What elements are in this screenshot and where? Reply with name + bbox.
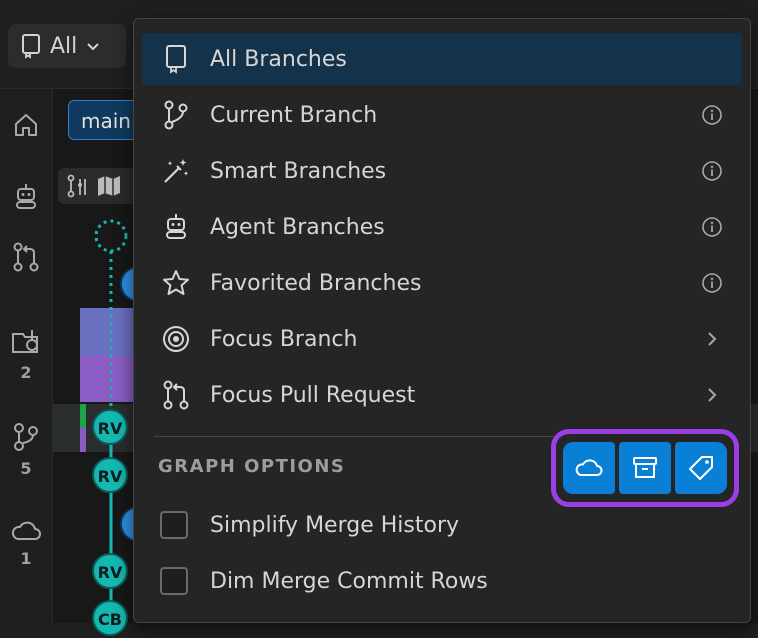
repo-icon bbox=[160, 43, 192, 75]
map-icon[interactable] bbox=[96, 174, 122, 198]
toggle-cloud-branches-button[interactable] bbox=[563, 442, 615, 494]
toggle-stashes-button[interactable] bbox=[619, 442, 671, 494]
graph-view-toolbar bbox=[58, 168, 138, 204]
checkbox[interactable] bbox=[160, 511, 188, 539]
chevron-right-icon bbox=[700, 383, 724, 407]
toggle-tags-button[interactable] bbox=[675, 442, 727, 494]
chevron-right-icon bbox=[700, 327, 724, 351]
menu-item-current-branch[interactable]: Current Branch bbox=[142, 89, 742, 141]
commit-avatar[interactable]: RV bbox=[92, 457, 128, 493]
checkbox-label: Simplify Merge History bbox=[210, 512, 460, 538]
repo-icon bbox=[20, 33, 42, 59]
menu-item-favorited-branches[interactable]: Favorited Branches bbox=[142, 257, 742, 309]
menu-item-label: All Branches bbox=[210, 46, 347, 72]
menu-item-label: Focus Pull Request bbox=[210, 382, 416, 408]
tag-icon bbox=[687, 454, 715, 482]
menu-item-agent-branches[interactable]: Agent Branches bbox=[142, 201, 742, 253]
activity-bar: 2 5 1 bbox=[0, 89, 53, 623]
info-icon[interactable] bbox=[700, 215, 724, 239]
activity-agent[interactable] bbox=[0, 181, 52, 211]
commit-avatar[interactable]: RV bbox=[92, 409, 128, 445]
magic-wand-icon bbox=[160, 155, 192, 187]
option-simplify-merge-history[interactable]: Simplify Merge History bbox=[160, 505, 459, 545]
archive-icon bbox=[631, 455, 659, 481]
checkbox[interactable] bbox=[160, 567, 188, 595]
menu-item-all-branches[interactable]: All Branches bbox=[142, 33, 742, 85]
activity-pull-requests[interactable] bbox=[0, 241, 52, 273]
menu-item-focus-pull-request[interactable]: Focus Pull Request bbox=[142, 369, 742, 421]
menu-item-label: Focus Branch bbox=[210, 326, 358, 352]
activity-home[interactable] bbox=[0, 111, 52, 139]
branches-icon bbox=[11, 421, 41, 453]
graph-settings-icon[interactable] bbox=[64, 173, 90, 199]
info-icon[interactable] bbox=[700, 103, 724, 127]
star-icon bbox=[160, 267, 192, 299]
menu-item-label: Current Branch bbox=[210, 102, 378, 128]
menu-item-label: Smart Branches bbox=[210, 158, 387, 184]
info-icon[interactable] bbox=[700, 271, 724, 295]
chevron-down-icon bbox=[85, 38, 101, 54]
commit-avatar[interactable]: CB bbox=[92, 600, 128, 636]
pull-request-icon bbox=[11, 241, 41, 273]
menu-item-label: Favorited Branches bbox=[210, 270, 422, 296]
cloud-icon bbox=[574, 457, 604, 479]
activity-branches[interactable]: 5 bbox=[0, 421, 52, 478]
cloud-count: 1 bbox=[20, 549, 32, 568]
menu-item-label: Agent Branches bbox=[210, 214, 385, 240]
option-dim-merge-commit-rows[interactable]: Dim Merge Commit Rows bbox=[160, 561, 488, 601]
activity-cloud[interactable]: 1 bbox=[0, 519, 52, 568]
target-icon bbox=[160, 323, 192, 355]
checkbox-label: Dim Merge Commit Rows bbox=[210, 568, 488, 594]
graph-row-marker bbox=[80, 428, 86, 452]
work-items-icon bbox=[10, 327, 42, 357]
commit-avatar[interactable]: RV bbox=[92, 553, 128, 589]
agent-icon bbox=[12, 181, 40, 211]
scope-label: All bbox=[50, 33, 78, 59]
branch-filter-menu: All Branches Current Branch Smart Branch… bbox=[133, 18, 751, 623]
pull-request-icon bbox=[160, 379, 192, 411]
menu-item-focus-branch[interactable]: Focus Branch bbox=[142, 313, 742, 365]
menu-item-smart-branches[interactable]: Smart Branches bbox=[142, 145, 742, 197]
agent-icon bbox=[160, 211, 192, 243]
activity-work-items[interactable]: 2 bbox=[0, 327, 52, 382]
cloud-icon bbox=[10, 519, 42, 543]
graph-options-button-group bbox=[551, 429, 739, 507]
graph-options-heading: GRAPH OPTIONS bbox=[158, 456, 346, 477]
branch-icon bbox=[160, 99, 192, 131]
info-icon[interactable] bbox=[700, 159, 724, 183]
work-items-count: 2 bbox=[20, 363, 32, 382]
branches-count: 5 bbox=[20, 459, 32, 478]
branch-scope-dropdown[interactable]: All bbox=[8, 24, 126, 68]
home-icon bbox=[12, 111, 40, 139]
